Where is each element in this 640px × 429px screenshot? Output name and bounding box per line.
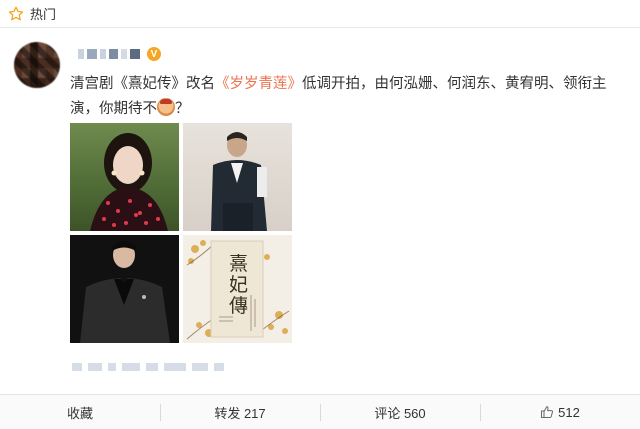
thumbs-up-icon: [541, 406, 554, 418]
repost-button[interactable]: 转发 217: [160, 395, 320, 429]
photo-actor-2-art: [80, 241, 170, 343]
repost-label: 转发 217: [214, 405, 266, 421]
avatar[interactable]: [14, 42, 60, 88]
old-title: 《熹妃传》: [113, 76, 187, 92]
like-button[interactable]: 512: [480, 395, 640, 429]
photo-actor-1[interactable]: [183, 123, 292, 231]
svg-text:熹妃傳: 熹妃傳: [226, 253, 248, 316]
topic-link[interactable]: 《岁岁青莲》: [215, 76, 302, 92]
username[interactable]: V: [78, 46, 161, 62]
hot-bar: 热门: [0, 0, 640, 28]
emoji-icon: [157, 98, 175, 116]
image-grid: 熹妃傳: [70, 123, 292, 345]
photo-actress[interactable]: [70, 123, 179, 231]
text-before: 清宫剧: [70, 76, 114, 92]
text-middle: 改名: [186, 76, 215, 92]
drama-poster[interactable]: 熹妃傳: [183, 235, 292, 343]
comment-label: 评论 560: [374, 405, 426, 421]
post-text: 清宫剧《熹妃传》改名《岁岁青莲》低调开拍，由何泓姗、何润东、黄宥明、领衔主演，你…: [70, 72, 630, 122]
source-info: [72, 362, 224, 372]
verified-badge: V: [147, 47, 161, 61]
photo-actor-2[interactable]: [70, 235, 179, 343]
photo-actor-1-art: [211, 132, 267, 231]
star-icon: [8, 6, 24, 20]
hot-label: 热门: [30, 7, 57, 22]
poster-flowers-art: 熹妃傳: [186, 240, 290, 340]
text-end: ？: [175, 101, 190, 117]
like-count: 512: [558, 404, 580, 420]
action-bar: 收藏 转发 217 评论 560 512: [0, 394, 640, 429]
collect-label: 收藏: [66, 405, 93, 421]
comment-button[interactable]: 评论 560: [320, 395, 480, 429]
collect-button[interactable]: 收藏: [0, 395, 160, 429]
weibo-post: V 清宫剧《熹妃传》改名《岁岁青莲》低调开拍，由何泓姗、何润东、黄宥明、领衔主演…: [0, 28, 640, 394]
photo-actress-art: [90, 133, 168, 231]
